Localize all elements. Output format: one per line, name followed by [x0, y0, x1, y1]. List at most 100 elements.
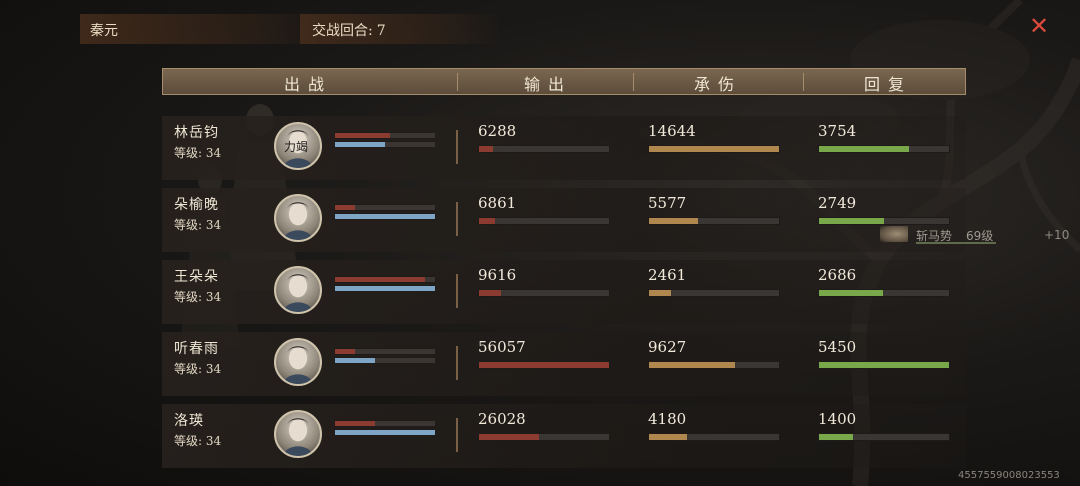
damage-fill: [649, 218, 699, 224]
output-stat: 56057: [478, 338, 610, 369]
output-value: 6288: [478, 122, 517, 140]
fighter-row[interactable]: 洛瑛 等级: 34 26028 4180 1400: [162, 404, 966, 468]
fighter-name: 朵榆晚: [174, 197, 219, 213]
enemy-tag: 斩马势 69级: [880, 224, 1000, 246]
heal-bar: [818, 433, 950, 441]
row-divider: [456, 274, 458, 308]
output-bar: [478, 145, 610, 153]
header-output: 输出: [523, 75, 572, 94]
header-divider: [457, 73, 458, 91]
heal-value: 2749: [818, 194, 857, 212]
heal-value: 2686: [818, 266, 857, 284]
fighter-avatar[interactable]: [274, 266, 322, 314]
hp-bar: [334, 348, 436, 355]
hp-fill: [335, 133, 390, 138]
rounds-value: 7: [376, 23, 386, 39]
heal-bar: [818, 361, 950, 369]
mp-fill: [335, 142, 385, 147]
heal-value: 5450: [818, 338, 857, 356]
fighter-name: 洛瑛: [174, 413, 204, 429]
heal-stat: 2686: [818, 266, 950, 297]
close-icon: ✕: [1028, 12, 1050, 40]
level-value: 34: [205, 218, 222, 232]
damage-fill: [649, 290, 672, 296]
close-button[interactable]: ✕: [1026, 14, 1052, 40]
fighter-level: 等级: 34: [174, 144, 221, 161]
heal-stat: 3754: [818, 122, 950, 153]
hp-fill: [335, 349, 355, 354]
fighter-level: 等级: 34: [174, 216, 221, 233]
hp-fill: [335, 421, 375, 426]
hp-mp-bars: [334, 420, 436, 438]
level-value: 34: [205, 146, 222, 160]
output-stat: 6288: [478, 122, 610, 153]
damage-bar: [648, 217, 780, 225]
fighter-row[interactable]: 王朵朵 等级: 34 9616 2461 2686: [162, 260, 966, 324]
hp-mp-bars: [334, 204, 436, 222]
fighter-row[interactable]: 林岳钧 等级: 34 力竭 6288 14644 3754: [162, 116, 966, 180]
fighter-name: 林岳钧: [174, 125, 219, 141]
fighter-name: 听春雨: [174, 341, 219, 357]
enemy-bar: [916, 242, 996, 244]
output-stat: 6861: [478, 194, 610, 225]
damage-value: 5577: [648, 194, 687, 212]
output-fill: [479, 218, 495, 224]
fighter-level: 等级: 34: [174, 288, 221, 305]
hp-bar: [334, 420, 436, 427]
avatar-status: 力竭: [284, 140, 309, 154]
hp-fill: [335, 205, 355, 210]
row-divider: [456, 202, 458, 236]
damage-value: 14644: [648, 122, 696, 140]
output-fill: [479, 290, 502, 296]
output-bar: [478, 361, 610, 369]
damage-stat: 14644: [648, 122, 780, 153]
row-divider: [456, 418, 458, 452]
level-label: 等级:: [174, 146, 203, 160]
mp-bar: [334, 429, 436, 436]
fighter-avatar[interactable]: 力竭: [274, 122, 322, 170]
heal-bar: [818, 145, 950, 153]
level-value: 34: [205, 362, 222, 376]
hp-mp-bars: [334, 276, 436, 294]
table-header: 出战 输出 承伤 回复: [162, 68, 966, 95]
hp-bar: [334, 276, 436, 283]
rounds-label: 交战回合:: [312, 23, 373, 39]
mp-bar: [334, 213, 436, 220]
heal-stat: 1400: [818, 410, 950, 441]
portrait-icon: [283, 202, 313, 240]
realm-label: 秦元: [90, 23, 118, 39]
heal-value: 1400: [818, 410, 857, 428]
output-fill: [479, 146, 494, 152]
fighter-avatar[interactable]: [274, 194, 322, 242]
damage-stat: 2461: [648, 266, 780, 297]
output-value: 6861: [478, 194, 517, 212]
damage-fill: [649, 434, 687, 440]
fighter-row[interactable]: 听春雨 等级: 34 56057 9627 5450: [162, 332, 966, 396]
output-stat: 9616: [478, 266, 610, 297]
mp-fill: [335, 358, 375, 363]
mp-fill: [335, 286, 435, 291]
enemy-icon: [880, 226, 908, 242]
mp-bar: [334, 285, 436, 292]
damage-value: 9627: [648, 338, 687, 356]
level-value: 34: [205, 290, 222, 304]
heal-fill: [819, 434, 853, 440]
fighter-avatar[interactable]: [274, 338, 322, 386]
level-label: 等级:: [174, 434, 203, 448]
row-divider: [456, 130, 458, 164]
fighter-row[interactable]: 朵榆晚 等级: 34 6861 5577 2749: [162, 188, 966, 252]
damage-fill: [649, 146, 779, 152]
header-damage: 承伤: [693, 75, 742, 94]
mp-fill: [335, 430, 435, 435]
output-bar: [478, 289, 610, 297]
damage-fill: [649, 362, 735, 368]
heal-bar: [818, 289, 950, 297]
fighter-avatar[interactable]: [274, 410, 322, 458]
fighter-name: 王朵朵: [174, 269, 219, 285]
heal-stat: 5450: [818, 338, 950, 369]
output-value: 9616: [478, 266, 517, 284]
realm-tab: 秦元: [80, 14, 330, 44]
header-fighter: 出战: [283, 75, 332, 94]
output-value: 26028: [478, 410, 526, 428]
damage-value: 4180: [648, 410, 687, 428]
